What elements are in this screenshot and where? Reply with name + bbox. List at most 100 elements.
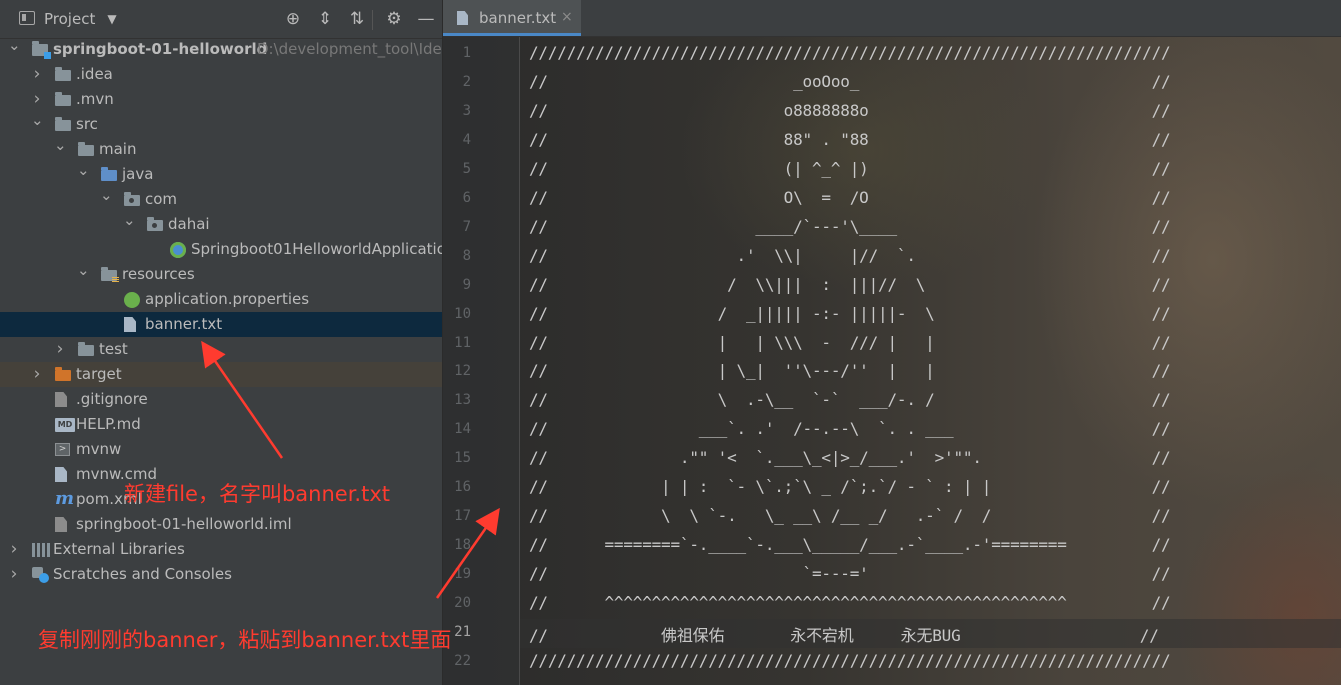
tree-item[interactable]: › .idea [0, 62, 442, 87]
project-view-icon[interactable] [19, 11, 35, 25]
expand-all-icon[interactable]: ⇕ [309, 8, 341, 30]
tree-item-label: Springboot01HelloworldApplication [191, 240, 442, 258]
project-toolbar: ⊕ ⇕ ⇅ [277, 8, 373, 30]
project-toolbar-right: ⚙ — [378, 8, 442, 30]
tree-item[interactable]: ⌄ src [0, 111, 442, 137]
libraries-icon [32, 543, 50, 557]
gitignore-file-icon [55, 392, 67, 407]
collapse-all-icon[interactable]: ⇅ [341, 8, 373, 30]
chevron-right-icon[interactable]: › [8, 562, 20, 587]
editor-tab-bar: banner.txt × [443, 0, 1341, 37]
project-view-title[interactable]: Project [44, 10, 95, 28]
code-line: // _ooOoo_ // [529, 71, 1171, 91]
cmd-file-icon [55, 467, 67, 482]
tree-item[interactable]: ⌄ springboot-01-helloworld D:\development_… [0, 36, 442, 62]
code-line: // .' \\| |// `. // [529, 245, 1171, 265]
folder-icon [78, 142, 94, 156]
code-line: // 88" . "88 // [529, 129, 1171, 149]
tree-item[interactable]: › target [0, 362, 442, 387]
tree-item[interactable]: springboot-01-helloworld.iml [0, 512, 442, 537]
tree-item[interactable]: ⌄ main [0, 136, 442, 162]
chevron-right-icon[interactable]: › [54, 337, 66, 362]
folder-icon [55, 92, 71, 106]
chevron-down-icon[interactable]: ⌄ [54, 133, 67, 158]
tree-item-label: banner.txt [145, 315, 223, 333]
line-number: 20 [454, 595, 471, 612]
line-number: 6 [462, 189, 471, 206]
tree-item-label: HELP.md [76, 415, 141, 433]
tree-item[interactable]: banner.txt [0, 312, 442, 337]
gear-icon[interactable]: ⚙ [378, 8, 410, 30]
line-number: 8 [462, 247, 471, 264]
line-number: 14 [454, 421, 471, 438]
tree-item[interactable]: ⌄ resources [0, 261, 442, 287]
excluded-folder-icon [55, 367, 71, 381]
chevron-right-icon[interactable]: › [31, 362, 43, 387]
close-icon[interactable]: × [561, 9, 573, 25]
line-number: 10 [454, 305, 471, 322]
hide-panel-icon[interactable]: — [410, 8, 442, 30]
tree-item[interactable]: › External Libraries [0, 537, 442, 562]
chevron-right-icon[interactable]: › [31, 62, 43, 87]
tree-item[interactable]: › Scratches and Consoles [0, 562, 442, 587]
tree-item[interactable]: › .mvn [0, 87, 442, 112]
tree-item[interactable]: MD HELP.md [0, 412, 442, 437]
tree-item[interactable]: Springboot01HelloworldApplication [0, 237, 442, 262]
chevron-down-icon[interactable]: ⌄ [100, 183, 113, 208]
code-text-area[interactable]: ////////////////////////////////////////… [520, 37, 1341, 685]
tree-item[interactable]: ⌄ com [0, 186, 442, 212]
code-line: // / \\||| : |||// \ // [529, 274, 1171, 294]
folder-icon [55, 117, 71, 131]
chevron-down-icon[interactable]: ⌄ [77, 258, 90, 283]
text-file-icon [457, 11, 468, 25]
line-number: 4 [462, 131, 471, 148]
code-line: // ========`-.____`-.___\_____/___.-`___… [529, 535, 1171, 555]
code-line: // | \_| ''\---/'' | | // [529, 361, 1171, 381]
tree-item[interactable]: application.properties [0, 287, 442, 312]
tree-item-label: .mvn [76, 90, 114, 108]
chevron-right-icon[interactable]: › [8, 537, 20, 562]
code-line: // | | \\\ - /// | | // [529, 332, 1171, 352]
editor-area: banner.txt × 1 2 3 4 5 6 7 8 9 10 11 12 13 14 15 16 17 18… [443, 0, 1341, 685]
package-icon [147, 217, 163, 231]
annotation-new-file: 新建file，名字叫banner.txt [124, 482, 390, 506]
line-number: 9 [462, 276, 471, 293]
tree-item-label: application.properties [145, 290, 310, 308]
code-line: // O\ = /O // [529, 187, 1171, 207]
chevron-down-icon[interactable]: ⌄ [123, 208, 136, 233]
line-number: 1 [462, 45, 471, 61]
project-header: Project ▼ ⊕ ⇕ ⇅ ⚙ — [0, 0, 442, 39]
tree-item-label: com [145, 190, 178, 208]
tree-item-label: java [122, 165, 154, 183]
line-number: 21 [454, 624, 471, 640]
code-line: // \ .-\__ `-` ___/-. / // [529, 390, 1171, 410]
line-number: 18 [454, 537, 471, 554]
tree-item-label: Scratches and Consoles [53, 565, 232, 583]
spring-properties-icon [124, 292, 140, 308]
chevron-down-icon[interactable]: ⌄ [8, 33, 21, 58]
annotation-copy-banner: 复制刚刚的banner，粘贴到banner.txt里面 [38, 628, 452, 652]
chevron-down-icon[interactable]: ⌄ [77, 158, 90, 183]
tab-banner-txt[interactable]: banner.txt × [443, 0, 581, 36]
tree-item-label: .gitignore [76, 390, 148, 408]
tree-item[interactable]: › test [0, 337, 442, 362]
project-tool-window: Project ▼ ⊕ ⇕ ⇅ ⚙ — ⌄ springboot-01-hello… [0, 0, 442, 685]
tree-item[interactable]: > mvnw [0, 437, 442, 462]
tab-label: banner.txt [479, 9, 557, 27]
toolbar-divider [372, 10, 373, 30]
tree-item-label: test [99, 340, 128, 358]
chevron-down-icon[interactable]: ⌄ [31, 108, 44, 133]
line-number: 15 [454, 450, 471, 467]
markdown-file-icon: MD [55, 418, 75, 432]
locate-file-icon[interactable]: ⊕ [277, 8, 309, 30]
code-line: // / _||||| -:- |||||- \ // [529, 303, 1171, 323]
tree-item[interactable]: ⌄ dahai [0, 211, 442, 237]
tree-item-label: target [76, 365, 122, 383]
tree-item-label: .idea [76, 65, 113, 83]
line-number: 2 [462, 73, 471, 90]
scratches-icon [32, 567, 50, 583]
tree-item[interactable]: ⌄ java [0, 161, 442, 187]
tree-item[interactable]: .gitignore [0, 387, 442, 412]
chevron-down-icon[interactable]: ▼ [107, 12, 116, 26]
code-line: // o8888888o // [529, 100, 1171, 120]
